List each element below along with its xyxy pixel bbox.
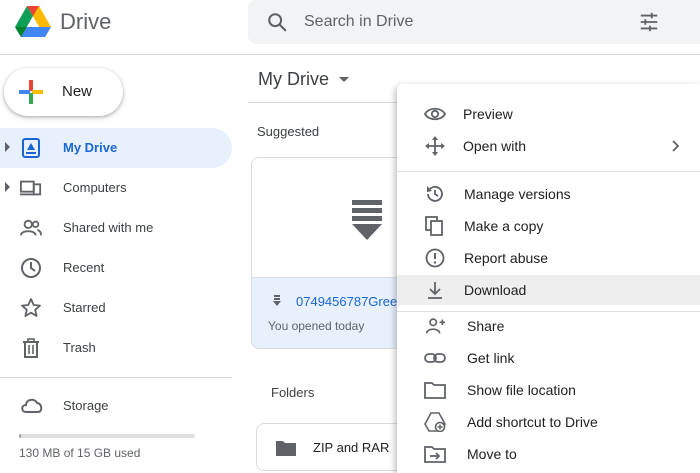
sidebar-item-label: Recent [63,260,105,275]
search-input[interactable] [304,10,604,34]
menu-item-label: Move to [467,446,517,462]
menu-item-label: Add shortcut to Drive [467,414,598,430]
sidebar-item-label: Computers [63,180,127,195]
my-drive-icon [22,138,40,158]
star-icon [21,298,41,317]
plus-icon [19,80,43,104]
history-icon [427,186,443,202]
move-arrows-icon [425,136,445,156]
zip-file-icon [273,295,281,306]
sidebar-item-shared-with-me[interactable]: Shared with me [0,208,232,248]
sidebar-item-starred[interactable]: Starred [0,288,232,328]
new-button[interactable]: New [4,68,123,116]
menu-item-report-abuse[interactable]: Report abuse [397,243,700,273]
main-header-divider [248,102,408,103]
zip-file-icon [352,200,382,240]
folder-item[interactable]: ZIP and RAR [256,423,406,471]
sidebar-item-label: My Drive [63,140,118,155]
download-icon [428,282,442,299]
trash-icon [23,338,39,358]
storage-usage-text: 130 MB of 15 GB used [19,446,141,460]
app-name: Drive [60,9,112,34]
menu-item-download[interactable]: Download [397,275,700,305]
menu-item-label: Get link [467,350,515,366]
suggested-section-label: Suggested [257,124,320,139]
menu-item-label: Manage versions [464,186,571,202]
sidebar-item-trash[interactable]: Trash [0,328,232,368]
file-activity-text: You opened today [268,319,365,333]
menu-item-get-link[interactable]: Get link [397,343,700,373]
folders-section-label: Folders [271,385,315,400]
menu-item-preview[interactable]: Preview [397,99,700,129]
menu-item-label: Preview [463,106,513,122]
storage-usage-bar [19,434,195,438]
cloud-icon [21,398,43,413]
menu-item-move-to[interactable]: Move to [397,439,700,469]
menu-item-make-a-copy[interactable]: Make a copy [397,211,700,241]
storage-label[interactable]: Storage [63,398,109,413]
link-icon [424,353,446,363]
expand-caret-icon[interactable] [5,142,10,152]
sidebar-item-label: Shared with me [63,220,154,235]
header-divider [0,54,700,55]
menu-divider [397,171,700,172]
clock-icon [21,258,41,278]
top-bar: Drive [0,0,700,48]
storage-usage-fill [19,434,21,438]
copy-icon [425,216,443,236]
new-button-label: New [62,83,93,100]
drive-logo-icon[interactable] [14,5,52,39]
chevron-down-icon[interactable] [339,77,349,82]
add-person-icon [425,318,446,334]
computers-icon [20,180,42,196]
menu-item-add-shortcut[interactable]: Add shortcut to Drive [397,407,700,437]
sidebar-item-computers[interactable]: Computers [0,168,232,208]
menu-item-show-file-location[interactable]: Show file location [397,375,700,405]
search-options-icon[interactable] [638,11,660,33]
sidebar-item-label: Trash [63,340,96,355]
sidebar-item-label: Starred [63,300,106,315]
menu-item-label: Open with [463,138,527,154]
chevron-right-icon [672,140,680,152]
context-menu: Preview Open with Manage versions Make a… [397,84,700,473]
shortcut-icon [424,412,446,432]
search-bar[interactable] [248,0,700,44]
sidebar-item-my-drive[interactable]: My Drive [0,128,232,168]
file-info: 0749456787Gree You opened today [252,277,410,348]
folder-name: ZIP and RAR [313,440,390,455]
menu-item-label: Download [464,282,527,298]
menu-item-label: Show file location [467,382,576,398]
suggested-file-card[interactable]: 0749456787Gree You opened today [251,157,411,349]
people-icon [20,219,42,236]
expand-caret-icon[interactable] [5,182,10,192]
folder-icon [276,441,296,456]
menu-item-label: Make a copy [464,218,544,234]
menu-item-open-with[interactable]: Open with [397,131,700,161]
file-name: 0749456787Gree [296,294,398,309]
search-icon[interactable] [266,11,288,33]
sidebar-divider [0,377,232,378]
move-to-icon [424,446,446,463]
eye-icon [424,107,446,121]
alert-icon [425,248,445,268]
menu-item-share[interactable]: Share [397,311,700,341]
menu-item-label: Share [467,318,505,334]
menu-item-manage-versions[interactable]: Manage versions [397,179,700,209]
file-thumbnail [252,158,410,277]
menu-item-label: Report abuse [464,250,549,266]
page-title[interactable]: My Drive [258,69,329,90]
folder-outline-icon [424,382,446,399]
sidebar-item-recent[interactable]: Recent [0,248,232,288]
